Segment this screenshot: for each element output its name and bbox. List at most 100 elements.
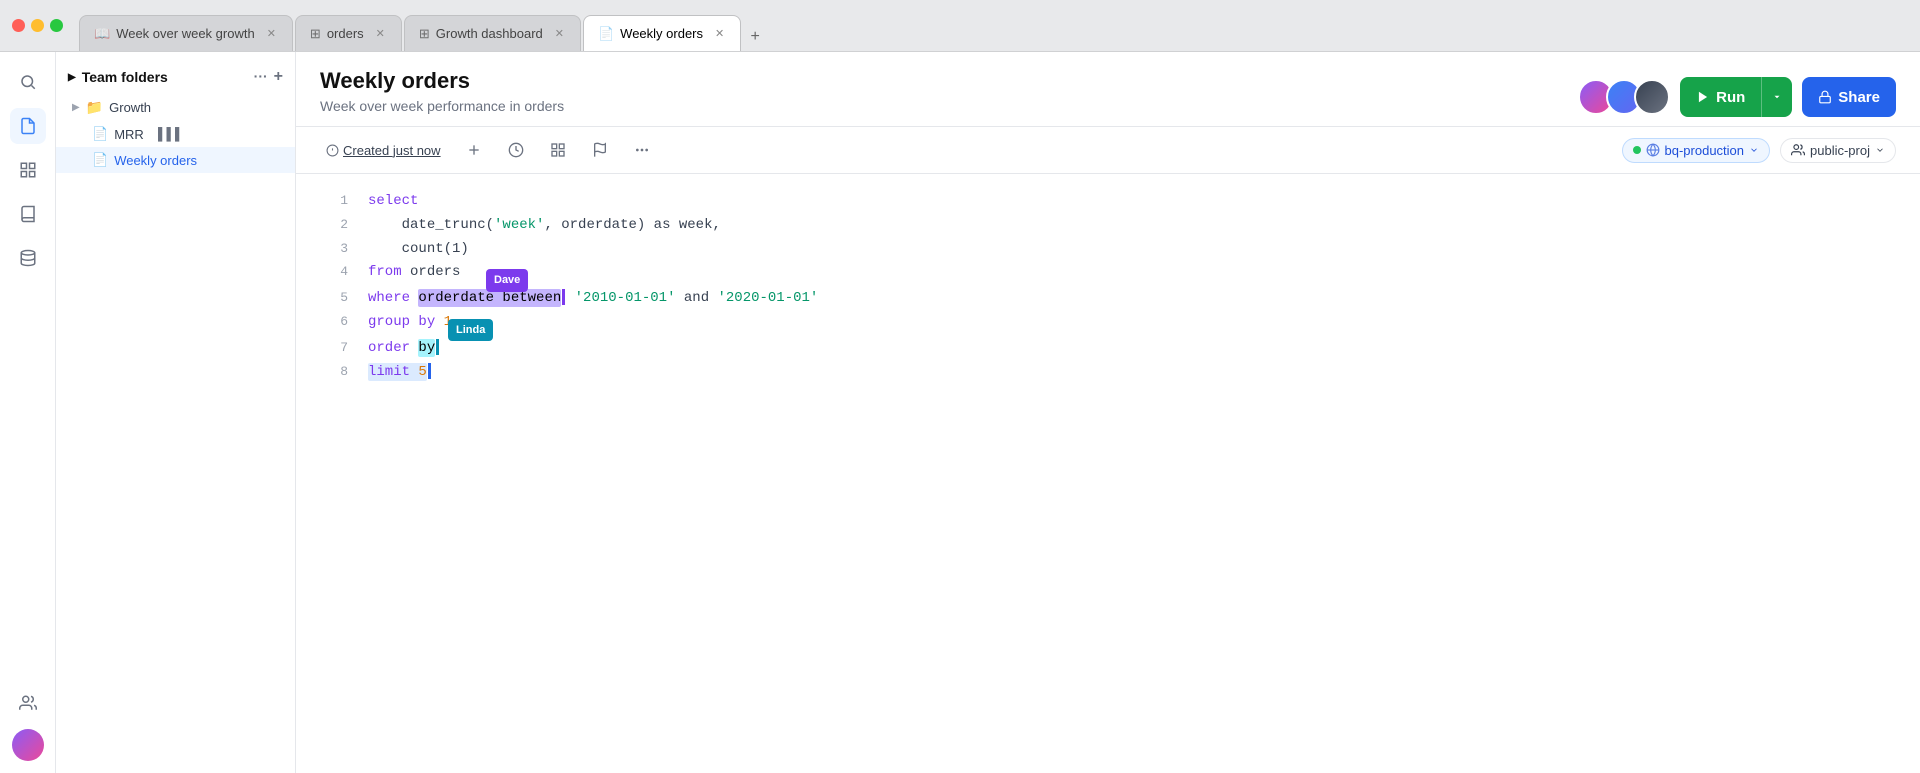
dashboard-button[interactable] <box>543 135 573 165</box>
linda-highlight: by <box>418 339 435 357</box>
line-number: 7 <box>320 337 348 359</box>
toolbar: Created just now <box>296 127 1920 174</box>
share-button[interactable]: Share <box>1802 77 1896 117</box>
file-icon: 📄 <box>92 126 108 142</box>
avatar-3 <box>1634 79 1670 115</box>
created-timestamp[interactable]: Created just now <box>320 139 447 162</box>
toolbar-left: Created just now <box>320 135 657 165</box>
tab-book-icon: 📖 <box>94 26 110 42</box>
book-icon-btn[interactable] <box>10 196 46 232</box>
code-content: from orders <box>368 261 460 285</box>
run-button[interactable]: Run <box>1680 77 1792 117</box>
chart-bars-icon: ▐▐▐ <box>154 127 180 141</box>
icon-sidebar <box>0 52 56 773</box>
linda-cursor-label: Linda <box>448 319 493 342</box>
tab-close-2[interactable]: ✕ <box>374 25 387 42</box>
team-folders-label: Team folders <box>82 69 168 85</box>
tree-expand-icon: ▶ <box>72 102 80 113</box>
code-line-2: 2 date_trunc('week', orderdate) as week, <box>296 214 1920 238</box>
tab-label: Weekly orders <box>620 26 703 41</box>
tree-chevron-icon: ▶ <box>68 72 76 83</box>
collaborator-avatars <box>1578 79 1670 115</box>
created-label: Created just now <box>343 143 441 158</box>
database-icon-btn[interactable] <box>10 240 46 276</box>
code-line-3: 3 count(1) <box>296 238 1920 262</box>
line-number: 4 <box>320 261 348 283</box>
browser-tabs: 📖 Week over week growth ✕ ⊞ orders ✕ ⊞ G… <box>79 0 1908 51</box>
traffic-light-yellow[interactable] <box>31 19 44 32</box>
code-line-8: 8 limit 5 <box>296 361 1920 385</box>
new-tab-button[interactable]: + <box>741 23 769 51</box>
sidebar-header-left: ▶ Team folders <box>68 69 168 85</box>
code-editor[interactable]: 1 select 2 date_trunc('week', orderdate)… <box>296 174 1920 773</box>
tab-close-3[interactable]: ✕ <box>553 25 566 42</box>
env-status-dot <box>1633 146 1641 154</box>
project-selector[interactable]: public-proj <box>1780 138 1896 163</box>
run-caret-button[interactable] <box>1761 77 1792 117</box>
code-content: select <box>368 190 418 214</box>
flag-button[interactable] <box>585 135 615 165</box>
tab-close-1[interactable]: ✕ <box>265 25 278 42</box>
tab-grid2-icon: ⊞ <box>419 26 430 42</box>
page-title: Weekly orders <box>320 68 1578 94</box>
tab-close-4[interactable]: ✕ <box>713 25 726 42</box>
tab-week-over-week[interactable]: 📖 Week over week growth ✕ <box>79 15 293 51</box>
main-content: Weekly orders Week over week performance… <box>296 52 1920 773</box>
browser-chrome: 📖 Week over week growth ✕ ⊞ orders ✕ ⊞ G… <box>0 0 1920 52</box>
code-line-5: Dave 5 where orderdate between '2010-01-… <box>296 287 1920 311</box>
topbar-right: Run Share <box>1578 77 1896 117</box>
grid-icon-btn[interactable] <box>10 152 46 188</box>
file-active-icon: 📄 <box>92 152 108 168</box>
add-cell-button[interactable] <box>459 135 489 165</box>
topbar: Weekly orders Week over week performance… <box>296 52 1920 127</box>
sidebar-item-growth[interactable]: ▶ 📁 Growth <box>56 94 295 121</box>
tab-label: Week over week growth <box>116 26 255 41</box>
line-number: 8 <box>320 361 348 383</box>
page-description: Week over week performance in orders <box>320 98 1578 114</box>
code-line-4: 4 from orders <box>296 261 1920 285</box>
icon-sidebar-bottom <box>10 685 46 761</box>
code-line-7: Linda 7 order by <box>296 337 1920 361</box>
tab-doc-icon: 📄 <box>598 26 614 42</box>
file-icon-btn[interactable] <box>10 108 46 144</box>
tab-growth-dashboard[interactable]: ⊞ Growth dashboard ✕ <box>404 15 581 51</box>
folder-icon: 📁 <box>86 99 103 116</box>
line-number: 6 <box>320 311 348 333</box>
tab-weekly-orders[interactable]: 📄 Weekly orders ✕ <box>583 15 741 51</box>
more-options-button[interactable]: ··· <box>254 68 268 86</box>
code-line-6: 6 group by 1 <box>296 311 1920 335</box>
code-content: count(1) <box>368 238 469 262</box>
traffic-lights <box>12 19 63 32</box>
environment-selector[interactable]: bq-production <box>1622 138 1771 163</box>
sidebar-header-actions: ··· + <box>254 68 283 86</box>
code-content: order by <box>368 337 440 361</box>
add-item-button[interactable]: + <box>274 68 283 86</box>
dave-highlight: orderdate between <box>418 289 561 307</box>
code-content: date_trunc('week', orderdate) as week, <box>368 214 721 238</box>
traffic-light-red[interactable] <box>12 19 25 32</box>
search-icon-btn[interactable] <box>10 64 46 100</box>
traffic-light-green[interactable] <box>50 19 63 32</box>
tab-orders[interactable]: ⊞ orders ✕ <box>295 15 402 51</box>
sidebar-header: ▶ Team folders ··· + <box>56 64 295 94</box>
proj-label: public-proj <box>1810 143 1870 158</box>
tab-grid-icon: ⊞ <box>310 26 321 42</box>
users-icon-btn[interactable] <box>10 685 46 721</box>
line-number: 2 <box>320 214 348 236</box>
code-content: limit 5 <box>368 361 432 385</box>
line-number: 5 <box>320 287 348 309</box>
dave-cursor-label: Dave <box>486 269 528 292</box>
user-avatar[interactable] <box>12 729 44 761</box>
sidebar-item-label: Growth <box>109 100 151 115</box>
run-button-main[interactable]: Run <box>1680 77 1761 117</box>
history-button[interactable] <box>501 135 531 165</box>
tab-label: orders <box>327 26 364 41</box>
more-options-toolbar[interactable] <box>627 135 657 165</box>
sidebar-item-weekly-orders[interactable]: 📄 Weekly orders <box>56 147 295 173</box>
line8-highlight: limit 5 <box>368 363 427 381</box>
app-body: ▶ Team folders ··· + ▶ 📁 Growth 📄 MRR ▐▐… <box>0 52 1920 773</box>
file-sidebar: ▶ Team folders ··· + ▶ 📁 Growth 📄 MRR ▐▐… <box>56 52 296 773</box>
sidebar-item-mrr[interactable]: 📄 MRR ▐▐▐ <box>56 121 295 147</box>
code-line-1: 1 select <box>296 190 1920 214</box>
sidebar-item-label: MRR <box>114 127 144 142</box>
